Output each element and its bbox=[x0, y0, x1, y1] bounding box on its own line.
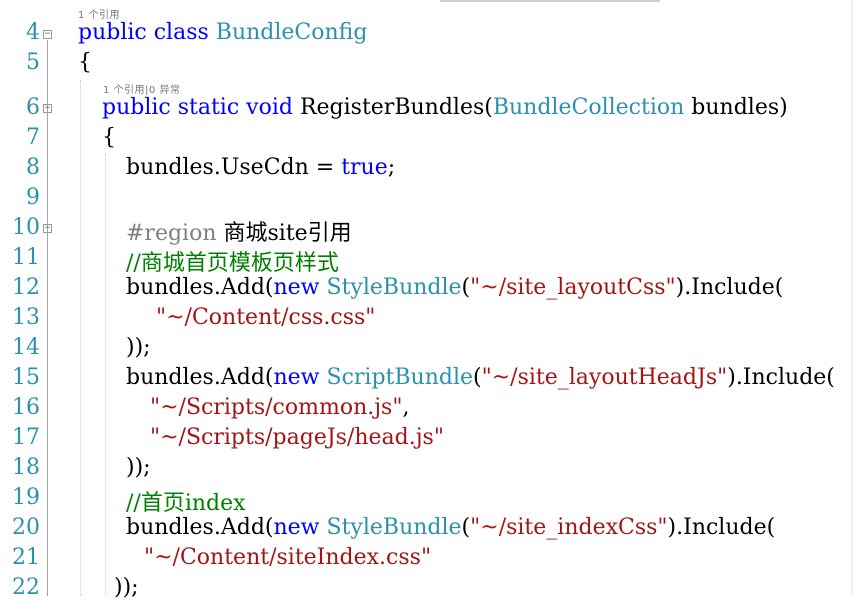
code-token: )); bbox=[114, 575, 139, 600]
code-token: ).Include( bbox=[667, 515, 776, 540]
code-token: "~/Content/siteIndex.css" bbox=[144, 545, 432, 570]
code-token: StyleBundle bbox=[326, 515, 462, 540]
code-line[interactable]: "~/Content/siteIndex.css" bbox=[144, 545, 431, 570]
code-token: ( bbox=[461, 515, 471, 540]
line-number: 14 bbox=[12, 335, 40, 360]
line-number: 7 bbox=[26, 125, 40, 150]
code-token: ( bbox=[461, 275, 471, 300]
code-line[interactable]: )); bbox=[114, 575, 139, 600]
code-token: { bbox=[78, 50, 92, 75]
code-line[interactable]: bundles.UseCdn = true; bbox=[126, 155, 395, 180]
line-number: 21 bbox=[12, 545, 40, 570]
line-number: 22 bbox=[12, 575, 40, 600]
code-token: public static void bbox=[102, 95, 300, 120]
code-token: , bbox=[402, 395, 410, 420]
line-number: 12 bbox=[12, 275, 40, 300]
code-token: //首页index bbox=[126, 491, 246, 516]
code-line[interactable]: "~/Scripts/common.js", bbox=[150, 395, 409, 420]
indent-guide bbox=[80, 80, 81, 596]
code-token: ; bbox=[387, 155, 396, 180]
code-token: "~/Scripts/pageJs/head.js" bbox=[150, 425, 444, 450]
code-line[interactable]: "~/Content/css.css" bbox=[156, 305, 375, 330]
code-line[interactable]: )); bbox=[126, 335, 151, 360]
code-line[interactable]: { bbox=[102, 125, 116, 150]
code-line[interactable]: "~/Scripts/pageJs/head.js" bbox=[150, 425, 444, 450]
line-number: 4 bbox=[26, 20, 40, 45]
indent-guide bbox=[105, 154, 106, 596]
code-line[interactable]: //商城首页模板页样式 bbox=[126, 245, 339, 277]
code-line[interactable]: //首页index bbox=[126, 485, 246, 517]
tab-strip-edge bbox=[440, 0, 660, 2]
code-token: bundles.Add( bbox=[126, 365, 274, 390]
code-token: )); bbox=[126, 455, 151, 480]
line-number: 20 bbox=[12, 515, 40, 540]
code-token: new bbox=[273, 275, 327, 300]
outline-line bbox=[47, 40, 48, 596]
code-token: "~/site_layoutHeadJs" bbox=[481, 365, 728, 390]
code-token: true bbox=[341, 155, 388, 180]
code-line[interactable]: #region 商城site引用 bbox=[126, 215, 352, 247]
line-number: 17 bbox=[12, 425, 40, 450]
code-token: ).Include( bbox=[727, 365, 835, 390]
code-token: bundles) bbox=[684, 95, 788, 120]
line-number: 5 bbox=[26, 50, 40, 75]
code-token: RegisterBundles( bbox=[299, 95, 493, 120]
code-token: 商城site引用 bbox=[223, 221, 352, 246]
code-token: "~/site_layoutCss" bbox=[470, 275, 676, 300]
code-line[interactable]: public static void RegisterBundles(Bundl… bbox=[102, 95, 788, 120]
line-number: 15 bbox=[12, 365, 40, 390]
code-line[interactable]: bundles.Add(new StyleBundle("~/site_layo… bbox=[126, 275, 783, 300]
code-token: ).Include( bbox=[675, 275, 784, 300]
collapse-toggle-class[interactable]: − bbox=[43, 30, 52, 39]
code-line[interactable]: public class BundleConfig bbox=[78, 20, 367, 45]
code-token: ( bbox=[473, 365, 482, 390]
code-token: bundles.UseCdn = bbox=[126, 155, 342, 180]
line-number: 11 bbox=[12, 245, 40, 270]
code-token: BundleConfig bbox=[215, 20, 368, 45]
code-token: )); bbox=[126, 335, 151, 360]
code-token: bundles.Add( bbox=[126, 275, 274, 300]
codelens-references-exceptions[interactable]: 1 个引用|0 异常 bbox=[103, 81, 180, 96]
code-line[interactable]: bundles.Add(new StyleBundle("~/site_inde… bbox=[126, 515, 775, 540]
code-token: //商城首页模板页样式 bbox=[126, 251, 339, 276]
line-number: 6 bbox=[26, 95, 40, 120]
code-token: new bbox=[273, 365, 327, 390]
code-line[interactable]: { bbox=[78, 50, 92, 75]
code-token: #region bbox=[126, 221, 224, 246]
code-token: "~/site_indexCss" bbox=[470, 515, 668, 540]
code-token: { bbox=[102, 125, 116, 150]
code-token: bundles.Add( bbox=[126, 515, 274, 540]
line-number: 13 bbox=[12, 305, 40, 330]
code-token: StyleBundle bbox=[326, 275, 462, 300]
codelens-references[interactable]: 1 个引用 bbox=[78, 6, 120, 21]
collapse-toggle-method[interactable]: − bbox=[43, 104, 52, 113]
code-token: ScriptBundle bbox=[326, 365, 474, 390]
code-token: "~/Content/css.css" bbox=[156, 305, 376, 330]
code-token: BundleCollection bbox=[492, 95, 685, 120]
line-number: 16 bbox=[12, 395, 40, 420]
code-line[interactable]: )); bbox=[126, 455, 151, 480]
collapse-toggle-region[interactable]: − bbox=[43, 224, 52, 233]
line-number: 18 bbox=[12, 455, 40, 480]
code-token: "~/Scripts/common.js" bbox=[150, 395, 403, 420]
line-number: 8 bbox=[26, 155, 40, 180]
code-token: public class bbox=[78, 20, 216, 45]
line-number: 10 bbox=[12, 215, 40, 240]
code-token: new bbox=[273, 515, 327, 540]
code-line[interactable]: bundles.Add(new ScriptBundle("~/site_lay… bbox=[126, 365, 835, 390]
line-number: 19 bbox=[12, 485, 40, 510]
line-number: 9 bbox=[26, 185, 40, 210]
